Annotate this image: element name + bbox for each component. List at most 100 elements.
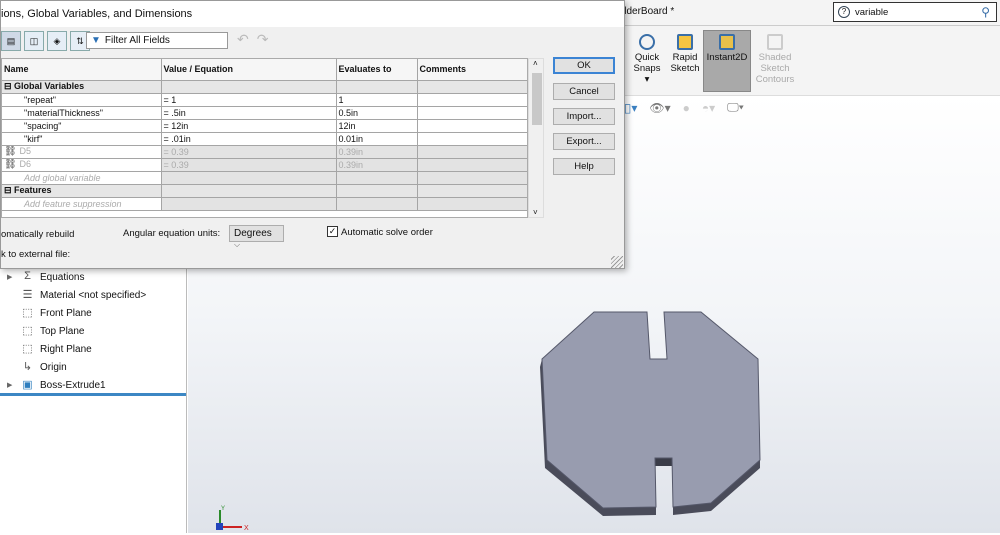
axis-x-label: X (244, 525, 249, 532)
row-value[interactable]: = .01in (161, 132, 337, 146)
rapid-sketch-button[interactable]: Rapid Sketch (668, 30, 702, 74)
section-global-variables: ⊟ Global Variables (2, 80, 527, 94)
table-scrollbar[interactable]: ˄ ˅ (528, 58, 544, 218)
row-value[interactable]: = 0.39 (161, 145, 337, 159)
row-name[interactable]: "kirf" (2, 132, 162, 146)
row-name[interactable]: ⛓ D6 (2, 158, 162, 172)
import-button[interactable]: Import... (553, 108, 615, 125)
tree-item[interactable]: ▶ Σ Equations (7, 270, 84, 284)
search-box[interactable]: ? variable ⚲ (833, 2, 997, 22)
quick-snaps-button[interactable]: Quick Snaps ▾ (632, 30, 662, 85)
auto-rebuild-checkbox-label[interactable]: omatically rebuild (1, 229, 74, 240)
search-icon[interactable]: ⚲ (981, 5, 996, 19)
row-evaluates: 0.39in (336, 145, 418, 159)
table-row: "repeat" = 1 1 (2, 93, 527, 107)
view-settings-icon[interactable]: 🖵▾ (727, 100, 744, 115)
filter-icon: ▼ (91, 35, 101, 46)
row-name[interactable]: ⛓ D5 (2, 145, 162, 159)
auto-solve-checkbox[interactable]: ✓ (327, 226, 338, 237)
plane-icon: ⬚ (22, 307, 33, 319)
help-icon[interactable]: ? (838, 6, 850, 18)
table-row: ⛓ D6 = 0.39 0.39in (2, 158, 527, 172)
row-comment[interactable] (417, 132, 527, 146)
row-comment[interactable] (417, 119, 527, 133)
equation-view-icon[interactable]: ▤ (1, 31, 21, 51)
tree-item[interactable]: ↳ Origin (7, 360, 67, 374)
dimension-view-icon[interactable]: ◈ (47, 31, 67, 51)
document-title: ilderBoard * (622, 6, 675, 17)
redo-icon[interactable]: ↷ (257, 31, 269, 48)
appearance-icon[interactable]: ● (683, 101, 690, 115)
cancel-button[interactable]: Cancel (553, 83, 615, 100)
row-name[interactable]: "repeat" (2, 93, 162, 107)
row-evaluates: 0.01in (336, 132, 418, 146)
link-icon: ⛓ (4, 159, 20, 170)
row-comment[interactable] (417, 158, 527, 172)
add-global-variable[interactable]: Add global variable (2, 171, 162, 185)
ok-button[interactable]: OK (553, 57, 615, 74)
row-name[interactable]: "materialThickness" (2, 106, 162, 120)
filter-input[interactable]: ▼ Filter All Fields (86, 32, 228, 49)
link-external-label[interactable]: k to external file: (1, 249, 70, 260)
hide-show-icon[interactable]: 👁▾ (649, 101, 670, 115)
tree-item[interactable]: ⬚ Top Plane (7, 324, 84, 338)
collapse-icon[interactable]: ⊟ (4, 81, 14, 91)
col-comments[interactable]: Comments (417, 59, 527, 81)
row-value[interactable]: = 0.39 (161, 158, 337, 172)
tree-item[interactable]: ☰ Material <not specified> (7, 288, 147, 302)
row-value[interactable]: = 12in (161, 119, 337, 133)
resize-grip[interactable] (611, 256, 623, 268)
row-value[interactable]: = .5in (161, 106, 337, 120)
link-icon: ⛓ (4, 146, 20, 157)
col-name[interactable]: Name (2, 59, 162, 81)
export-button[interactable]: Export... (553, 133, 615, 150)
add-feature-row: Add feature suppression (2, 197, 527, 211)
axis-y-label: Y (221, 506, 225, 512)
chevron-down-icon: ⌵ (234, 240, 241, 249)
shaded-sketch-contours-button[interactable]: Shaded Sketch Contours (754, 30, 796, 85)
search-input[interactable]: variable (855, 7, 976, 18)
row-evaluates: 12in (336, 119, 418, 133)
plane-icon: ⬚ (22, 343, 33, 355)
tree-item[interactable]: ⬚ Front Plane (7, 306, 91, 320)
col-evaluates[interactable]: Evaluates to (336, 59, 418, 81)
expand-arrow-icon[interactable]: ▶ (7, 381, 15, 389)
scroll-thumb[interactable] (532, 73, 542, 125)
extrude-icon: ▣ (22, 379, 33, 391)
angular-units-dropdown[interactable]: Degrees ⌵ (229, 225, 284, 249)
table-row: ⛓ D5 = 0.39 0.39in (2, 145, 527, 159)
help-button[interactable]: Help (553, 158, 615, 175)
row-name[interactable]: "spacing" (2, 119, 162, 133)
row-comment[interactable] (417, 145, 527, 159)
undo-icon[interactable]: ↶ (237, 31, 249, 48)
axis-triad: Y X (216, 506, 249, 532)
angular-units-label: Angular equation units: (123, 228, 221, 239)
row-evaluates: 0.5in (336, 106, 418, 120)
row-comment[interactable] (417, 93, 527, 107)
view-toolbar: ◧▾ 👁▾ ● ◓▾ 🖵▾ (620, 100, 744, 115)
auto-solve-label: Automatic solve order (341, 227, 433, 238)
scene-icon[interactable]: ◓▾ (702, 101, 715, 115)
equations-dialog: ions, Global Variables, and Dimensions ▤… (0, 0, 625, 269)
add-global-row: Add global variable (2, 171, 527, 185)
tree-item[interactable]: ▶ ▣ Boss-Extrude1 (7, 378, 106, 392)
row-value[interactable]: = 1 (161, 93, 337, 107)
tree-item[interactable]: ⬚ Right Plane (7, 342, 91, 356)
add-feature-suppression[interactable]: Add feature suppression (2, 197, 162, 211)
col-value[interactable]: Value / Equation (161, 59, 337, 81)
rapid-sketch-icon (677, 34, 693, 50)
equations-table: Name Value / Equation Evaluates to Comme… (1, 58, 528, 218)
instant2d-label-wrap[interactable]: Instant2D (703, 30, 751, 63)
row-evaluates: 1 (336, 93, 418, 107)
section-features: ⊟ Features (2, 184, 527, 198)
row-comment[interactable] (417, 106, 527, 120)
instant2d-icon (719, 34, 735, 50)
expand-arrow-icon[interactable]: ▶ (7, 273, 15, 281)
table-header: Name Value / Equation Evaluates to Comme… (2, 59, 527, 81)
dialog-title: ions, Global Variables, and Dimensions (1, 1, 624, 27)
collapse-icon[interactable]: ⊟ (4, 185, 14, 195)
dialog-toolbar: ▤ ◫ ◈ ⇅ (1, 30, 90, 52)
rollback-bar[interactable] (0, 393, 186, 396)
sketch-equation-view-icon[interactable]: ◫ (24, 31, 44, 51)
origin-icon: ↳ (22, 361, 33, 373)
